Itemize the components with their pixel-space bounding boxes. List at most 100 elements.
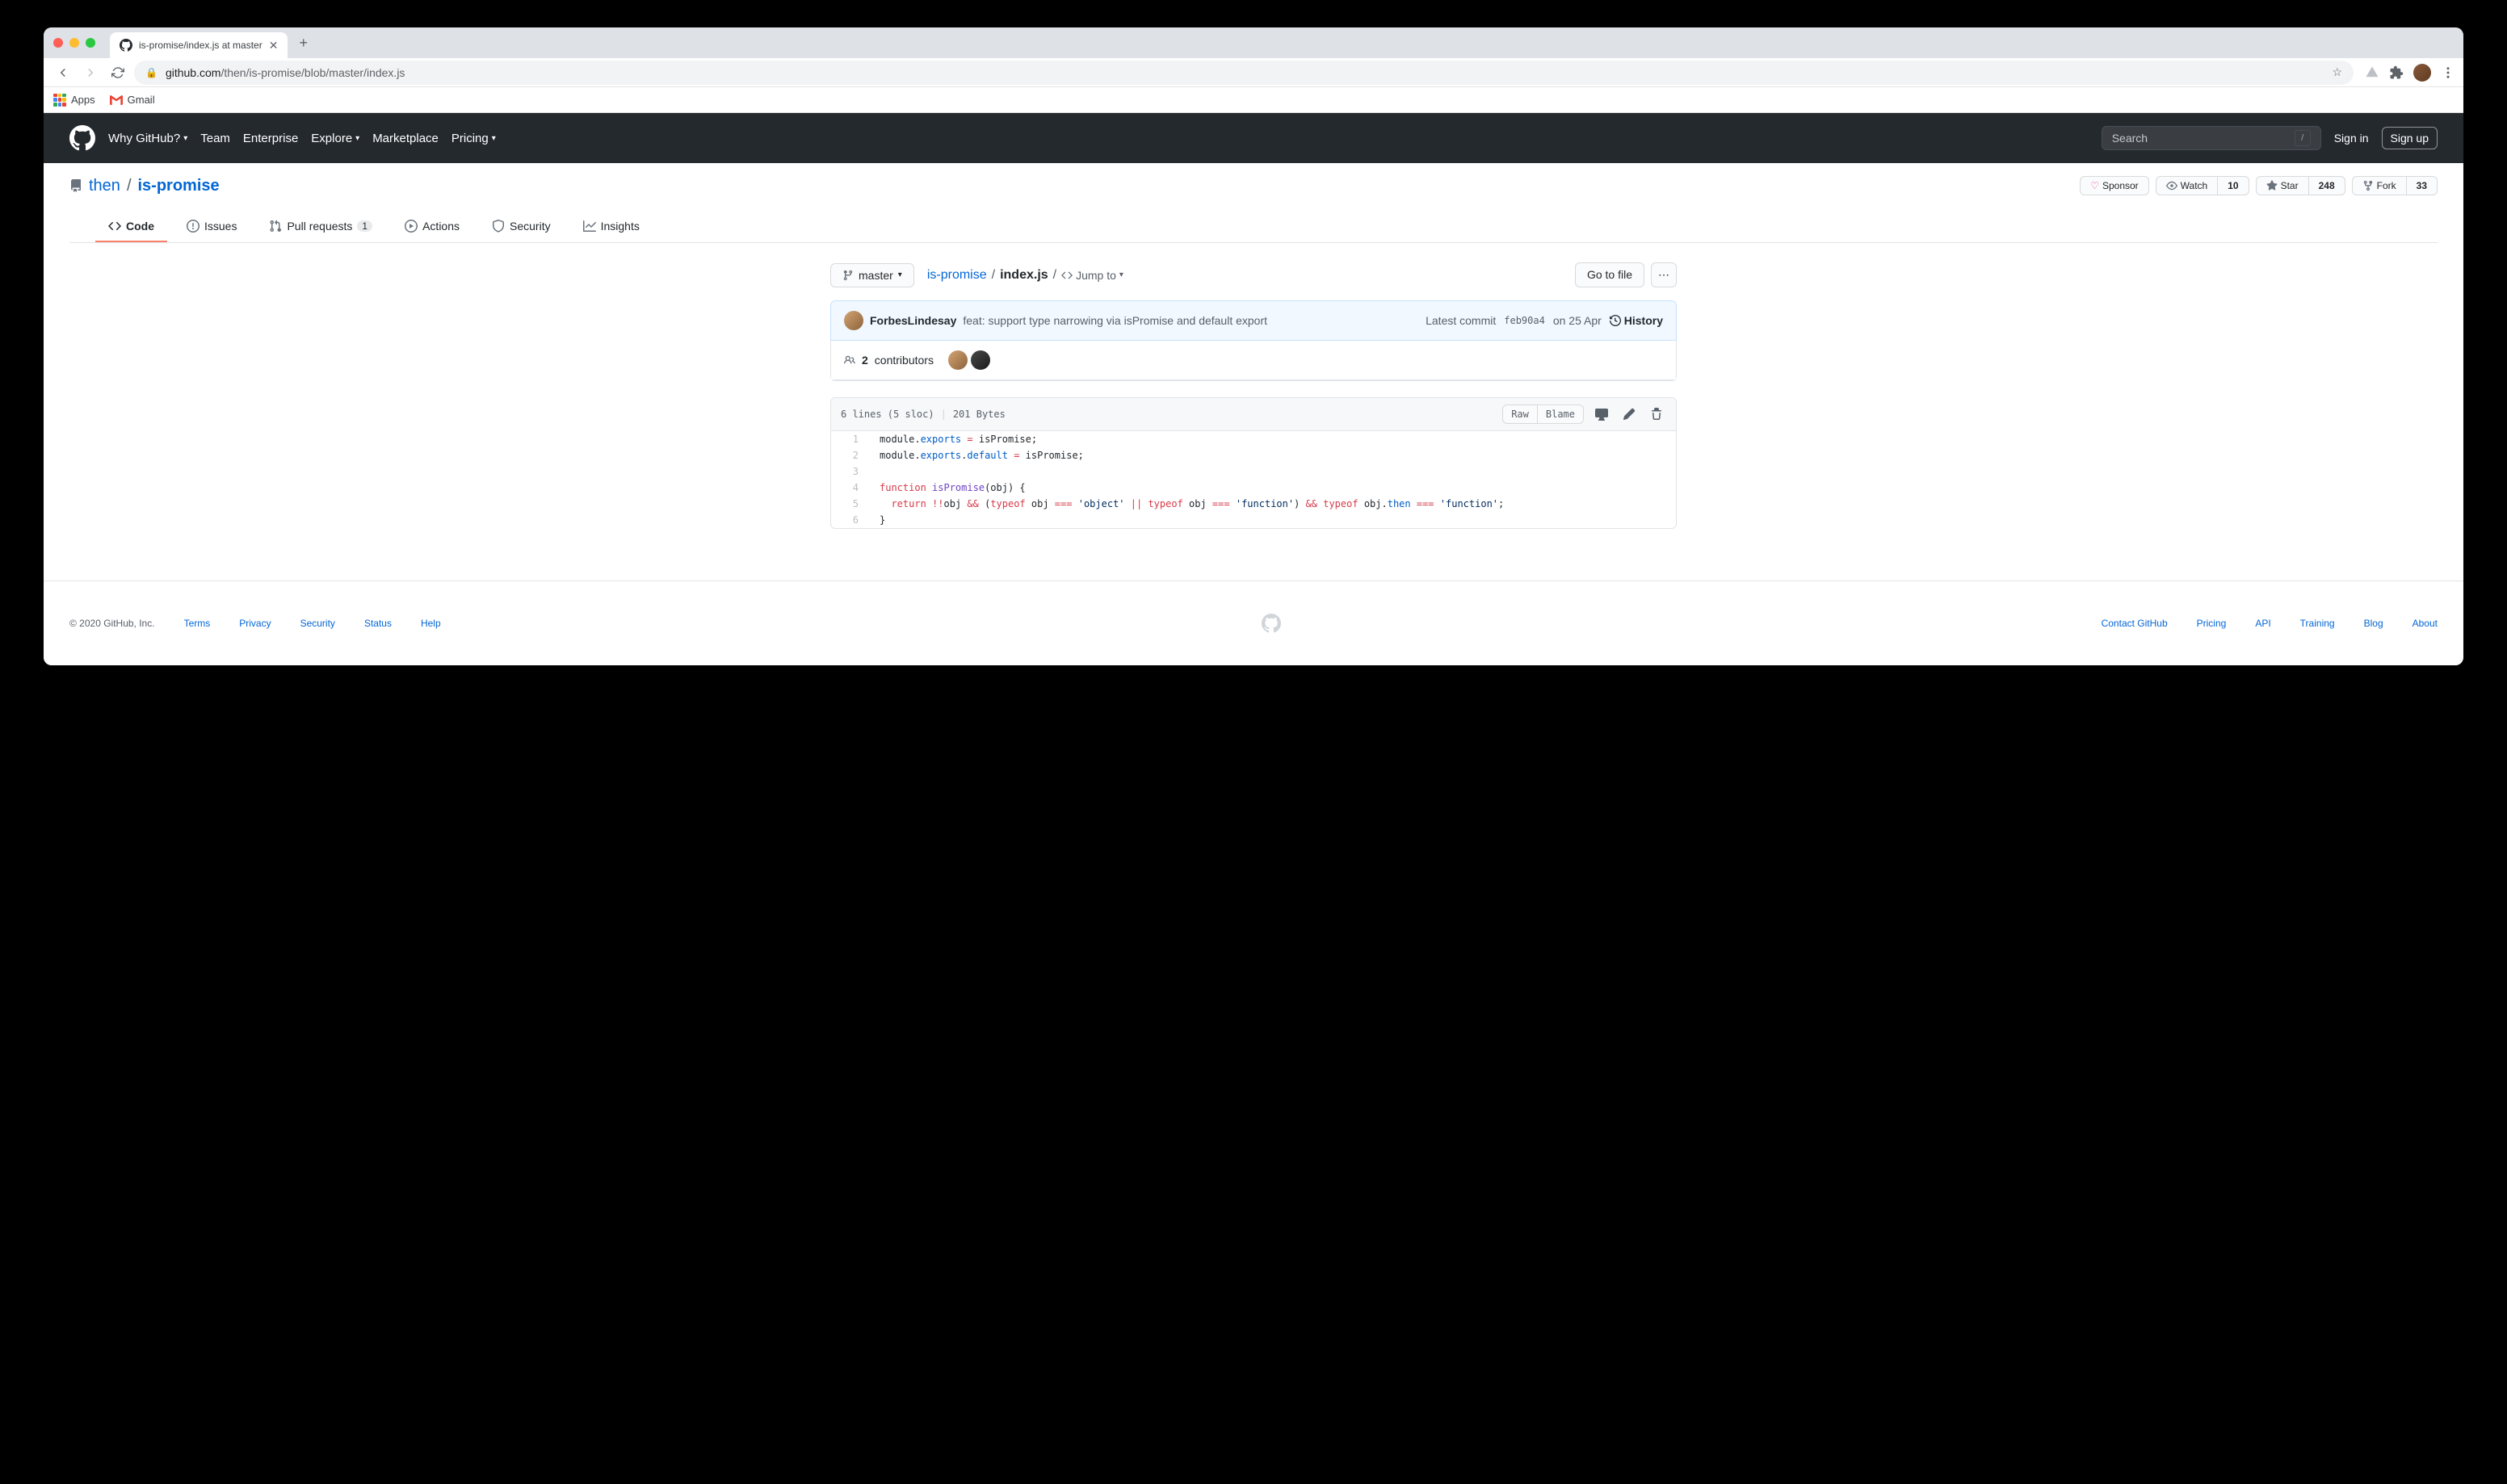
footer-link[interactable]: Pricing (2197, 618, 2227, 629)
gmail-icon (110, 95, 123, 105)
close-window-button[interactable] (53, 38, 63, 48)
tab-actions[interactable]: Actions (392, 212, 472, 242)
repo-title: then / is-promise (69, 177, 220, 195)
new-tab-button[interactable]: + (299, 35, 308, 52)
code-icon (1061, 270, 1073, 281)
nav-pricing[interactable]: Pricing▾ (451, 132, 496, 145)
star-button[interactable]: Star (2256, 176, 2309, 195)
extensions-button[interactable] (2389, 65, 2404, 80)
menu-button[interactable] (2441, 65, 2455, 80)
maximize-window-button[interactable] (86, 38, 95, 48)
shield-icon (492, 220, 505, 233)
apps-bookmark[interactable]: Apps (53, 94, 95, 107)
file-lines: 6 lines (5 sloc) (841, 409, 934, 420)
address-bar[interactable]: 🔒 github.com/then/is-promise/blob/master… (134, 61, 2354, 85)
file-breadcrumb: is-promise / index.js / Jump to ▾ (927, 268, 1123, 283)
go-to-file-button[interactable]: Go to file (1575, 262, 1644, 287)
footer-link[interactable]: Terms (184, 618, 211, 629)
signin-link[interactable]: Sign in (2334, 132, 2369, 145)
sponsor-button[interactable]: ♡Sponsor (2080, 176, 2148, 195)
line-number[interactable]: 3 (831, 463, 871, 480)
close-tab-button[interactable]: ✕ (269, 39, 279, 52)
minimize-window-button[interactable] (69, 38, 79, 48)
repo-owner-link[interactable]: then (89, 177, 120, 195)
commit-message[interactable]: feat: support type narrowing via isPromi… (963, 314, 1267, 327)
tab-code[interactable]: Code (95, 212, 167, 242)
contributor-avatar[interactable] (948, 350, 968, 370)
breadcrumb-root[interactable]: is-promise (927, 268, 987, 283)
repo-actions: ♡Sponsor Watch 10 Star 248 Fork 33 (2080, 176, 2438, 195)
fork-count[interactable]: 33 (2407, 176, 2438, 195)
url-path: /then/is-promise/blob/master/index.js (220, 66, 405, 79)
commit-author-avatar[interactable] (844, 311, 863, 330)
commit-sha[interactable]: feb90a4 (1504, 315, 1545, 326)
nav-team[interactable]: Team (200, 132, 230, 145)
search-box[interactable]: / (2102, 126, 2321, 150)
code-line: 2module.exports.default = isPromise; (831, 447, 1676, 463)
extension-icon[interactable] (2365, 65, 2379, 80)
bookmarks-bar: Apps Gmail (44, 87, 2463, 113)
issues-icon (187, 220, 199, 233)
footer-link[interactable]: Blog (2364, 618, 2383, 629)
footer-link[interactable]: About (2413, 618, 2438, 629)
heart-icon: ♡ (2090, 180, 2099, 191)
footer-link[interactable]: Training (2300, 618, 2335, 629)
github-footer-logo-icon[interactable] (1262, 614, 1281, 633)
blame-button[interactable]: Blame (1537, 405, 1584, 424)
browser-tab[interactable]: is-promise/index.js at master ✕ (110, 32, 288, 58)
nav-why-github[interactable]: Why GitHub?▾ (108, 132, 187, 145)
reload-button[interactable] (107, 61, 129, 84)
footer-link[interactable]: Privacy (239, 618, 271, 629)
tab-pull-requests[interactable]: Pull requests1 (256, 212, 385, 242)
bookmark-star-icon[interactable]: ☆ (2332, 65, 2342, 79)
lock-icon: 🔒 (145, 67, 157, 78)
footer-link[interactable]: Status (364, 618, 392, 629)
delete-button[interactable] (1647, 405, 1666, 424)
nav-explore[interactable]: Explore▾ (311, 132, 359, 145)
commit-author[interactable]: ForbesLindesay (870, 314, 956, 327)
footer-link[interactable]: Contact GitHub (2102, 618, 2168, 629)
profile-avatar[interactable] (2413, 64, 2431, 82)
contributor-avatar[interactable] (971, 350, 990, 370)
footer-link[interactable]: Security (300, 618, 335, 629)
tab-insights[interactable]: Insights (570, 212, 653, 242)
line-number[interactable]: 6 (831, 512, 871, 528)
tab-issues[interactable]: Issues (174, 212, 250, 242)
search-input[interactable] (2112, 132, 2295, 145)
desktop-icon (1595, 408, 1608, 421)
line-number[interactable]: 5 (831, 496, 871, 512)
edit-button[interactable] (1619, 405, 1639, 424)
nav-marketplace[interactable]: Marketplace (372, 132, 439, 145)
github-nav: Why GitHub?▾ Team Enterprise Explore▾ Ma… (108, 132, 496, 145)
branch-selector[interactable]: master▾ (830, 263, 914, 287)
line-number[interactable]: 4 (831, 480, 871, 496)
history-link[interactable]: History (1610, 314, 1663, 327)
signup-button[interactable]: Sign up (2382, 127, 2438, 149)
tab-security[interactable]: Security (479, 212, 564, 242)
back-button[interactable] (52, 61, 74, 84)
browser-nav-right (2365, 64, 2455, 82)
commit-date: on 25 Apr (1553, 314, 1602, 327)
breadcrumb-file: index.js (1000, 268, 1048, 283)
nav-enterprise[interactable]: Enterprise (243, 132, 298, 145)
repo-name-link[interactable]: is-promise (138, 177, 220, 195)
file-more-button[interactable]: ⋯ (1651, 262, 1677, 287)
raw-button[interactable]: Raw (1502, 405, 1537, 424)
footer-links-right: Contact GitHub Pricing API Training Blog Abou… (2102, 618, 2438, 629)
fork-button[interactable]: Fork (2352, 176, 2407, 195)
footer-link[interactable]: Help (421, 618, 441, 629)
jump-to-button[interactable]: Jump to ▾ (1061, 269, 1123, 282)
line-number[interactable]: 2 (831, 447, 871, 463)
watch-count[interactable]: 10 (2218, 176, 2249, 195)
footer-link[interactable]: API (2255, 618, 2270, 629)
star-count[interactable]: 248 (2309, 176, 2345, 195)
code-line: 5 return !!obj && (typeof obj === 'objec… (831, 496, 1676, 512)
line-number[interactable]: 1 (831, 431, 871, 447)
code-body[interactable]: 1module.exports = isPromise;2module.expo… (831, 431, 1676, 528)
watch-button[interactable]: Watch (2156, 176, 2219, 195)
forward-button[interactable] (79, 61, 102, 84)
github-logo[interactable] (69, 125, 95, 151)
actions-icon (405, 220, 418, 233)
gmail-bookmark[interactable]: Gmail (110, 94, 155, 106)
desktop-button[interactable] (1592, 405, 1611, 424)
